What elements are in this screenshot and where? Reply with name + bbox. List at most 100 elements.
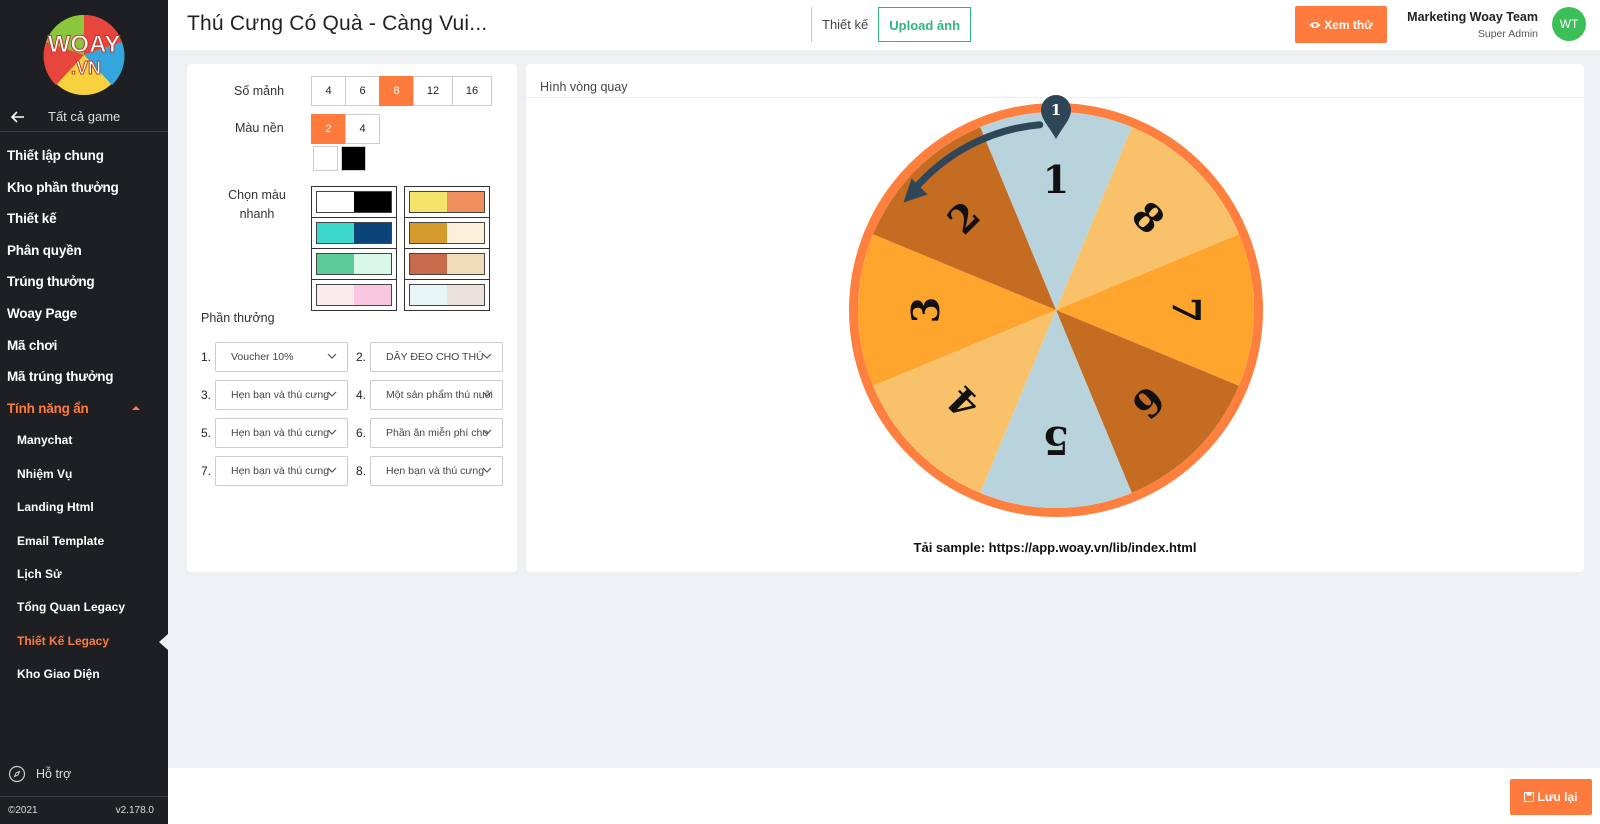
sidebar: WOAY .VN Tất cả game Thiết lập chung Kho… xyxy=(0,0,168,824)
sidebar-item-prize-store[interactable]: Kho phần thưởng xyxy=(0,172,168,204)
palette-option-3[interactable] xyxy=(311,217,397,249)
tab-upload-image[interactable]: Upload ảnh xyxy=(878,7,972,42)
top-header: Thú Cưng Có Quà - Càng Vui... Thiết kế U… xyxy=(168,0,1600,50)
prize-number: 2. xyxy=(356,350,367,364)
support-label: Hỗ trợ xyxy=(36,767,72,781)
back-to-all-games[interactable]: Tất cả game xyxy=(0,102,168,132)
palette-option-4[interactable] xyxy=(404,217,490,249)
wheel-segment-label: 5 xyxy=(1043,418,1069,463)
svg-text:.VN: .VN xyxy=(71,58,101,78)
prize-number: 4. xyxy=(356,388,367,402)
segments-label: Số mảnh xyxy=(234,84,285,98)
sidebar-item-permissions[interactable]: Phân quyền xyxy=(0,235,168,267)
prize-row-4: 4. Một sản phẩm thú nuôi xyxy=(356,380,503,410)
prize-row-2: 2. DÂY ĐEO CHO THÚ xyxy=(356,342,503,372)
save-button[interactable]: Lưu lại xyxy=(1510,779,1592,815)
bg-option-4[interactable]: 4 xyxy=(345,114,380,144)
copyright: ©2021 xyxy=(8,805,38,816)
back-label: Tất cả game xyxy=(48,109,121,124)
chevron-down-icon xyxy=(482,391,492,397)
sidebar-subitem-landing-html[interactable]: Landing Html xyxy=(0,491,168,524)
wheel-config-panel: Số mảnh 4 6 8 12 16 Màu nền 2 4 Chọn màu… xyxy=(187,64,517,572)
sample-link-text: Tải sample: https://app.woay.vn/lib/inde… xyxy=(913,540,1197,555)
support-link[interactable]: Hỗ trợ xyxy=(8,765,71,783)
prizes-label: Phần thưởng xyxy=(201,311,275,325)
prize-select-3[interactable]: Hẹn bạn và thú cưng xyxy=(215,380,348,410)
segment-option-8[interactable]: 8 xyxy=(379,76,414,106)
sidebar-item-hidden-features[interactable]: Tính năng ẩn xyxy=(0,393,168,425)
prize-row-7: 7. Hẹn bạn và thú cưng xyxy=(201,456,348,486)
bg-option-2[interactable]: 2 xyxy=(311,114,346,144)
active-indicator xyxy=(159,633,168,650)
prize-select-8[interactable]: Hẹn bạn và thú cưng xyxy=(370,456,503,486)
preview-label: Xem thử xyxy=(1324,17,1373,32)
sidebar-subitem-email-template[interactable]: Email Template xyxy=(0,525,168,558)
prize-select-7[interactable]: Hẹn bạn và thú cưng xyxy=(215,456,348,486)
compass-icon xyxy=(8,765,26,783)
sidebar-item-general-settings[interactable]: Thiết lập chung xyxy=(0,140,168,172)
sidebar-item-winners[interactable]: Trúng thưởng xyxy=(0,266,168,298)
palette-option-6[interactable] xyxy=(404,248,490,280)
chevron-down-icon xyxy=(482,467,492,473)
prize-row-3: 3. Hẹn bạn và thú cưng xyxy=(201,380,348,410)
sidebar-item-woay-page[interactable]: Woay Page xyxy=(0,298,168,330)
sidebar-item-design[interactable]: Thiết kế xyxy=(0,203,168,235)
sidebar-menu: Thiết lập chung Kho phần thưởng Thiết kế… xyxy=(0,140,168,691)
segment-option-4[interactable]: 4 xyxy=(311,76,346,106)
segment-option-6[interactable]: 6 xyxy=(345,76,380,106)
prize-number: 7. xyxy=(201,464,212,478)
spin-wheel[interactable]: 187654321 xyxy=(841,95,1271,525)
quick-color-label: Chọn màu nhanh xyxy=(228,188,286,221)
chevron-down-icon xyxy=(327,391,337,397)
sidebar-subitem-missions[interactable]: Nhiệm Vụ xyxy=(0,458,168,491)
eye-icon xyxy=(1309,21,1321,28)
bg-color-swatch-1[interactable] xyxy=(313,146,338,171)
sidebar-item-label: Tính năng ẩn xyxy=(7,400,89,416)
chevron-down-icon xyxy=(482,353,492,359)
prize-row-6: 6. Phần ăn miễn phí cho xyxy=(356,418,503,448)
prize-number: 3. xyxy=(201,388,212,402)
bottom-action-bar: Lưu lại xyxy=(168,768,1600,824)
prize-select-4[interactable]: Một sản phẩm thú nuôi xyxy=(370,380,503,410)
palette-option-2[interactable] xyxy=(404,186,490,218)
prize-number: 5. xyxy=(201,426,212,440)
wheel-segment-label: 7 xyxy=(1164,297,1209,323)
user-name: Marketing Woay Team xyxy=(1407,10,1538,24)
sidebar-footer: ©2021 v2.178.0 xyxy=(0,796,168,824)
chevron-down-icon xyxy=(327,353,337,359)
palette-option-5[interactable] xyxy=(311,248,397,280)
sidebar-subitem-manychat[interactable]: Manychat xyxy=(0,424,168,457)
prize-number: 1. xyxy=(201,350,212,364)
sidebar-item-winning-codes[interactable]: Mã trúng thưởng xyxy=(0,361,168,393)
preview-title: Hình vòng quay xyxy=(540,80,628,94)
palette-option-8[interactable] xyxy=(404,279,490,311)
segment-option-12[interactable]: 12 xyxy=(413,76,453,106)
palette-option-7[interactable] xyxy=(311,279,397,311)
tab-design[interactable]: Thiết kế xyxy=(812,7,878,42)
prize-number: 6. xyxy=(356,426,367,440)
prize-select-6[interactable]: Phần ăn miễn phí cho xyxy=(370,418,503,448)
prize-select-1[interactable]: Voucher 10% xyxy=(215,342,348,372)
bg-color-label: Màu nền xyxy=(235,121,284,135)
wheel-segment-label: 1 xyxy=(1043,157,1069,202)
bg-color-count-selector: 2 4 xyxy=(311,114,380,144)
svg-text:WOAY: WOAY xyxy=(48,31,120,58)
sidebar-subitem-theme-store[interactable]: Kho Giao Diện xyxy=(0,658,168,691)
woay-logo[interactable]: WOAY .VN xyxy=(34,10,134,96)
prize-row-1: 1. Voucher 10% xyxy=(201,342,348,372)
bg-color-swatch-2[interactable] xyxy=(341,146,366,171)
prize-select-5[interactable]: Hẹn bạn và thú cưng xyxy=(215,418,348,448)
palette-option-1[interactable] xyxy=(311,186,397,218)
preview-button[interactable]: Xem thử xyxy=(1295,6,1387,43)
segment-option-16[interactable]: 16 xyxy=(452,76,492,106)
sidebar-subitem-history[interactable]: Lịch Sử xyxy=(0,558,168,591)
sidebar-item-play-codes[interactable]: Mã chơi xyxy=(0,330,168,362)
sidebar-subitem-design-legacy[interactable]: Thiết Kế Legacy xyxy=(0,625,168,658)
avatar[interactable]: WT xyxy=(1552,7,1586,41)
app-version: v2.178.0 xyxy=(115,805,154,816)
prize-select-2[interactable]: DÂY ĐEO CHO THÚ xyxy=(370,342,503,372)
sidebar-subitem-overview-legacy[interactable]: Tổng Quan Legacy xyxy=(0,591,168,624)
prize-row-8: 8. Hẹn bạn và thú cưng xyxy=(356,456,503,486)
sidebar-item-label: Thiết Kế Legacy xyxy=(17,633,110,648)
segment-count-selector: 4 6 8 12 16 xyxy=(311,76,492,106)
